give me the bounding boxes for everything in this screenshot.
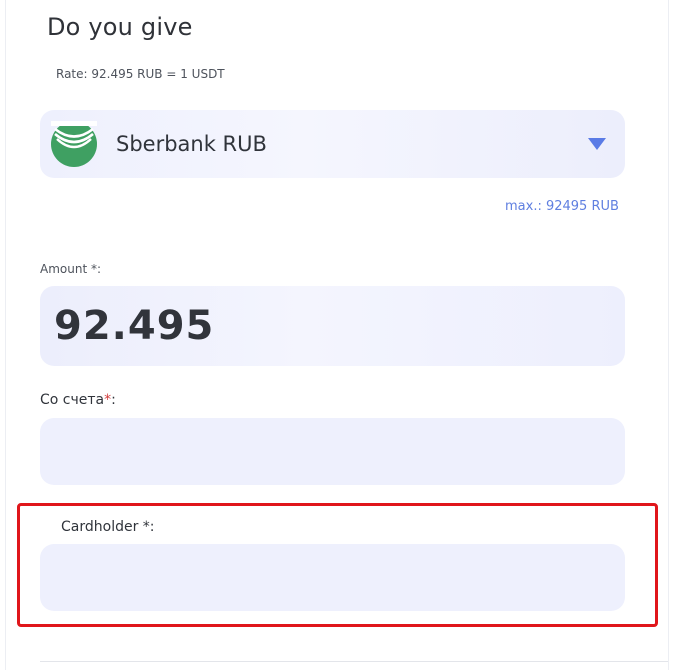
max-amount-link[interactable]: max.: 92495 RUB [505,199,619,214]
exchange-form: Do you give Rate: 92.495 RUB = 1 USDT Sb… [0,0,684,670]
left-border [5,0,6,670]
right-border [668,0,669,670]
account-input[interactable] [40,418,625,485]
exchange-rate: Rate: 92.495 RUB = 1 USDT [56,67,225,81]
sberbank-logo-icon [51,121,97,167]
amount-field[interactable]: 92.495 [40,286,625,366]
amount-value[interactable]: 92.495 [54,303,214,349]
selected-currency-label: Sberbank RUB [116,132,267,156]
currency-select[interactable]: Sberbank RUB [40,110,625,178]
cardholder-label: Cardholder *: [61,519,155,535]
cardholder-input[interactable] [40,544,625,611]
triangle-down-icon[interactable] [587,137,607,151]
amount-label: Amount *: [40,262,102,276]
account-label: Со счета*: [40,392,116,408]
account-label-text: Со счета [40,392,105,408]
bottom-divider [40,661,668,662]
account-label-suffix: : [111,392,116,408]
section-title: Do you give [47,13,193,41]
